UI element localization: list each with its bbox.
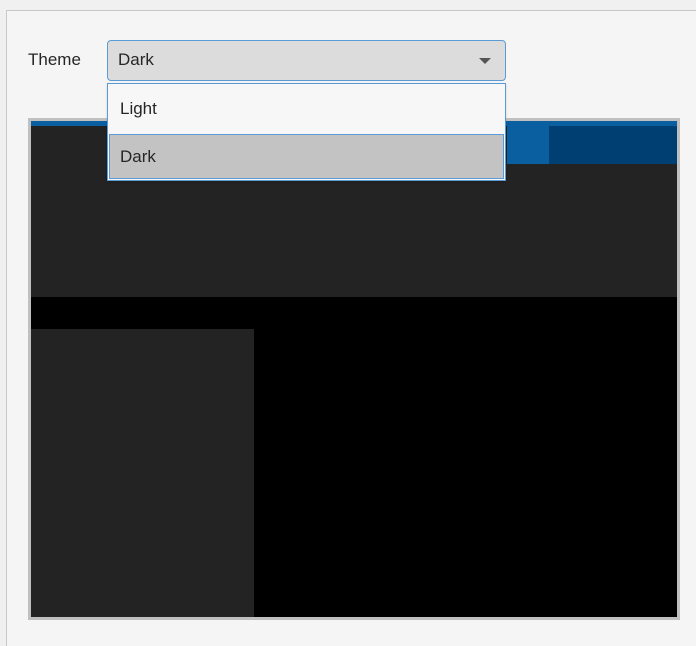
- preview-tab: [549, 126, 677, 164]
- theme-option-light[interactable]: Light: [109, 86, 504, 131]
- theme-option-dark[interactable]: Dark: [109, 134, 504, 179]
- theme-preview: [28, 118, 680, 620]
- chevron-down-icon: [479, 58, 491, 64]
- theme-dropdown-value: Dark: [118, 50, 154, 69]
- theme-dropdown-list: Light Dark: [107, 83, 506, 181]
- theme-label: Theme: [28, 50, 81, 69]
- preview-tab-active: [507, 126, 549, 164]
- preview-sidebar: [31, 329, 254, 617]
- theme-dropdown[interactable]: Dark: [107, 40, 506, 81]
